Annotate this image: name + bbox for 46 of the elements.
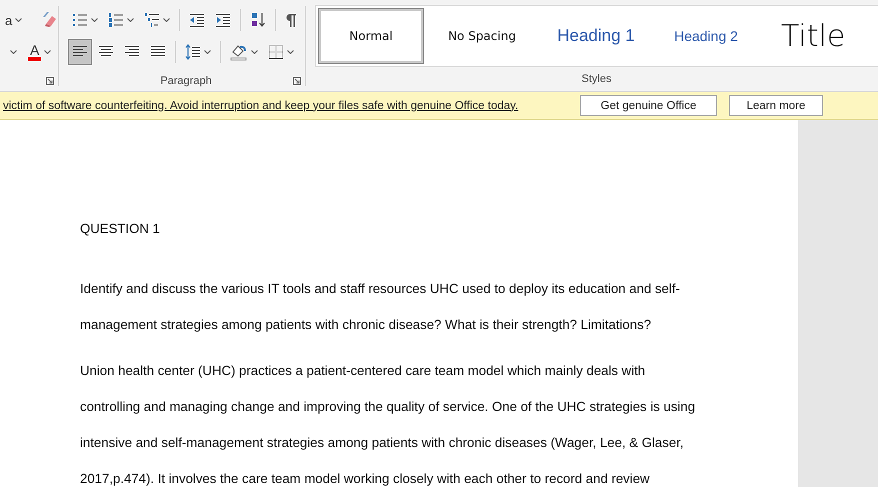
caret-icon bbox=[163, 18, 170, 22]
dialog-launcher-icon[interactable] bbox=[293, 77, 301, 85]
paragraph-mark-icon bbox=[285, 12, 297, 28]
question-heading: QUESTION 1 bbox=[80, 220, 161, 238]
style-option[interactable]: Title bbox=[760, 8, 846, 64]
text-line: Union health center (UHC) practices a patient-centered care team model which mainly deals with bbox=[80, 362, 646, 380]
dialog-launcher-icon[interactable] bbox=[46, 77, 54, 85]
text-line: management strategies among patients with chronic disease? What is their strength? Limitations? bbox=[80, 316, 652, 334]
align-left-icon bbox=[72, 45, 88, 59]
banner-button[interactable]: Learn more bbox=[729, 95, 823, 116]
caret-icon[interactable] bbox=[10, 50, 17, 54]
align-center-icon bbox=[98, 45, 114, 59]
decrease-indent-icon bbox=[189, 12, 205, 28]
caret-icon bbox=[204, 50, 211, 54]
caret-icon bbox=[287, 50, 294, 54]
style-option[interactable]: No Spacing bbox=[428, 8, 536, 64]
caret-icon bbox=[15, 18, 22, 22]
group-label: Styles bbox=[582, 73, 612, 85]
bullet-list-icon bbox=[72, 12, 88, 28]
group-label: Paragraph bbox=[160, 75, 212, 87]
font-color-button[interactable]: A bbox=[24, 39, 56, 65]
multilevel-list-icon bbox=[144, 12, 160, 28]
caret-icon bbox=[251, 50, 258, 54]
align-right-icon bbox=[124, 45, 140, 59]
text-line: Identify and discuss the various IT tools and staff resources UHC used to deploy its education and self- bbox=[80, 280, 680, 298]
eraser-icon bbox=[40, 11, 58, 29]
borders-icon bbox=[268, 44, 284, 60]
text-line: controlling and managing change and improving the quality of service. One of the UHC strategies is using bbox=[80, 398, 696, 416]
notification-link[interactable]: victim of software counterfeiting. Avoid interruption and keep your files safe with genuine Office today. bbox=[3, 100, 580, 112]
numbered-list-icon bbox=[108, 12, 124, 28]
style-option[interactable]: Normal bbox=[318, 8, 424, 64]
caret-icon bbox=[44, 50, 52, 54]
style-option[interactable]: Heading 1 bbox=[540, 8, 652, 64]
caret-icon bbox=[127, 18, 134, 22]
align-left-button[interactable] bbox=[68, 39, 92, 65]
text-line: intensive and self-management strategies among patients with chronic diseases (Wager, Lee, & Glaser, bbox=[80, 434, 684, 452]
line-spacing-icon bbox=[185, 44, 201, 60]
style-option[interactable]: Heading 2 bbox=[656, 8, 756, 64]
caret-icon bbox=[91, 18, 98, 22]
paint-bucket-icon bbox=[230, 43, 248, 61]
change-case-button[interactable]: a bbox=[1, 7, 26, 33]
increase-indent-icon bbox=[215, 12, 231, 28]
justify-icon bbox=[150, 45, 166, 59]
sort-icon bbox=[250, 12, 266, 28]
text-line: 2017,p.474). It involves the care team model working closely with each other to record and review bbox=[80, 470, 650, 487]
banner-button[interactable]: Get genuine Office bbox=[580, 95, 717, 116]
